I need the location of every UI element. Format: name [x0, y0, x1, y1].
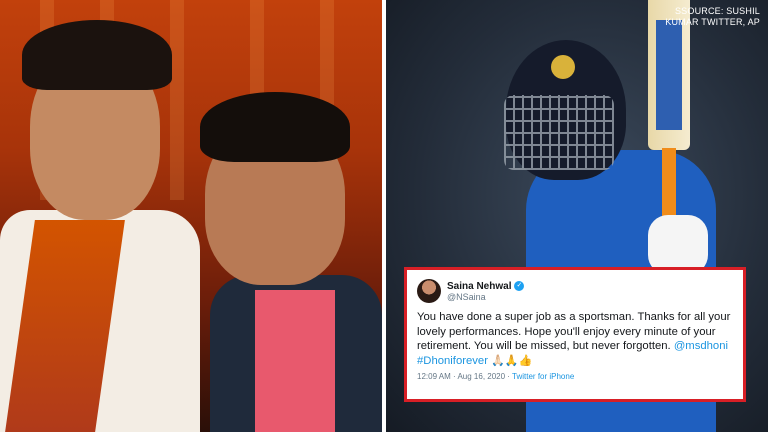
- tweet-author-name[interactable]: Saina Nehwal: [447, 281, 511, 292]
- person-left-hair: [22, 20, 172, 90]
- tweet-text: You have done a super job as a sportsman…: [417, 310, 733, 368]
- tweet-meta: 12:09 AM · Aug 16, 2020 · Twitter for iP…: [417, 372, 733, 381]
- avatar[interactable]: [417, 279, 441, 303]
- person-right-shirt: [255, 290, 335, 432]
- tweet-card: Saina Nehwal ✓ @NSaina You have done a s…: [404, 267, 746, 402]
- helmet-badge-icon: [551, 55, 575, 79]
- tweet-header: Saina Nehwal ✓ @NSaina: [417, 276, 733, 306]
- mention-link[interactable]: @msdhoni: [674, 340, 728, 352]
- tweet-author-handle[interactable]: @NSaina: [447, 292, 524, 302]
- source-credit-line-1: SSOURCE: SUSHIL: [674, 6, 760, 16]
- source-credit: SSOURCE: SUSHIL KUMAR TWITTER, AP: [665, 6, 760, 28]
- bat-label: [656, 20, 682, 130]
- helmet-grille: [504, 95, 614, 170]
- verified-icon: ✓: [514, 281, 525, 291]
- tweet-source-app[interactable]: Twitter for iPhone: [512, 372, 574, 381]
- tweet-timestamp[interactable]: 12:09 AM · Aug 16, 2020 ·: [417, 372, 512, 381]
- batting-glove: [648, 215, 708, 275]
- news-image: SSOURCE: SUSHIL KUMAR TWITTER, AP Saina …: [0, 0, 768, 432]
- person-right-hair: [200, 92, 350, 162]
- selfie-photo: [0, 0, 382, 432]
- source-credit-line-2: KUMAR TWITTER, AP: [665, 17, 760, 27]
- emoji-icons: 🙏🏻🙏👍: [491, 354, 533, 367]
- hashtag-link[interactable]: #Dhoniforever: [417, 355, 488, 367]
